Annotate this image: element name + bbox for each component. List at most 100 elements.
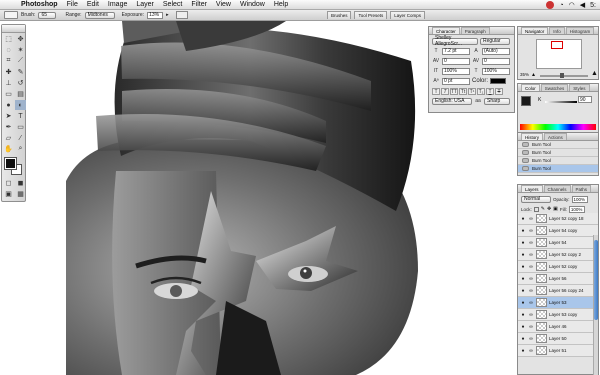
visibility-eye-icon[interactable]: ● [520, 312, 526, 318]
healing-brush-tool-icon[interactable]: ✚ [3, 67, 14, 77]
blur-tool-icon[interactable]: ● [3, 100, 14, 110]
layer-row[interactable]: ● ∞ Layer 54 copy [518, 225, 598, 237]
layer-name[interactable]: Layer 56 copy 24 [549, 288, 584, 293]
layer-thumbnail[interactable] [536, 298, 547, 307]
palette-well-tool-presets[interactable]: Tool Presets [354, 11, 388, 19]
pen-tool-icon[interactable]: ✒ [3, 122, 14, 132]
layers-scrollbar[interactable] [593, 235, 598, 375]
tab-actions[interactable]: Actions [544, 133, 567, 140]
layer-row[interactable]: ● ∞ Layer 50 [518, 333, 598, 345]
layer-name[interactable]: Layer 54 [549, 240, 567, 245]
layer-row[interactable]: ● ∞ Layer 56 [518, 273, 598, 285]
panel-foreground-swatch[interactable] [521, 96, 531, 106]
screen-mode-full-icon[interactable]: ▦ [15, 189, 26, 199]
zoom-slider-knob[interactable] [560, 73, 564, 78]
layer-name[interactable]: Layer 46 [549, 324, 567, 329]
burn-tool-icon[interactable]: ◐ [15, 100, 26, 110]
layer-link-icon[interactable]: ∞ [528, 288, 534, 294]
horizontal-scale-field[interactable]: 100% [482, 67, 510, 75]
zoom-out-icon[interactable]: ▴ [532, 71, 535, 78]
history-item[interactable]: Burn Tool [518, 141, 598, 149]
layers-scroll-thumb[interactable] [594, 240, 598, 320]
menu-select[interactable]: Select [163, 1, 182, 8]
visibility-eye-icon[interactable]: ● [520, 216, 526, 222]
history-item[interactable]: Burn Tool [518, 157, 598, 165]
layer-thumbnail[interactable] [536, 262, 547, 271]
font-style-select[interactable]: Regular [480, 37, 510, 45]
tab-channels[interactable]: Channels [543, 185, 571, 192]
menu-filter[interactable]: Filter [191, 1, 207, 8]
crop-tool-icon[interactable]: ⌗ [3, 56, 14, 66]
language-select[interactable]: English: USA [432, 97, 472, 105]
layer-thumbnail[interactable] [536, 346, 547, 355]
layer-link-icon[interactable]: ∞ [528, 276, 534, 282]
menu-file[interactable]: File [67, 1, 78, 8]
layer-name[interactable]: Layer 56 [549, 276, 567, 281]
color-ramp[interactable] [520, 124, 596, 130]
visibility-eye-icon[interactable]: ● [520, 252, 526, 258]
layer-row[interactable]: ● ∞ Layer 46 [518, 321, 598, 333]
lock-position-icon[interactable]: ✥ [547, 206, 551, 212]
layer-link-icon[interactable]: ∞ [528, 300, 534, 306]
marquee-tool-icon[interactable]: ⬚ [3, 34, 14, 44]
path-selection-tool-icon[interactable]: ➤ [3, 111, 14, 121]
history-brush-tool-icon[interactable]: ↺ [15, 78, 26, 88]
tab-swatches[interactable]: Swatches [540, 84, 569, 91]
toolbox-titlebar[interactable] [2, 25, 25, 33]
visibility-eye-icon[interactable]: ● [520, 348, 526, 354]
layer-thumbnail[interactable] [536, 310, 547, 319]
zoom-tool-icon[interactable]: ⌕ [15, 144, 26, 154]
quick-mask-mode-icon[interactable]: ◼ [15, 178, 26, 188]
faux-bold-button[interactable]: T [432, 87, 440, 95]
layer-row[interactable]: ● ∞ Layer 52 copy 2 [518, 249, 598, 261]
layer-name[interactable]: Layer 51 [549, 348, 567, 353]
layer-row[interactable]: ● ∞ Layer 51 [518, 345, 598, 357]
layer-thumbnail[interactable] [536, 322, 547, 331]
subscript-button[interactable]: T₁ [477, 87, 485, 95]
layer-thumbnail[interactable] [536, 214, 547, 223]
standard-mode-icon[interactable]: ◻ [3, 178, 14, 188]
menu-image[interactable]: Image [108, 1, 127, 8]
layer-link-icon[interactable]: ∞ [528, 348, 534, 354]
visibility-eye-icon[interactable]: ● [520, 288, 526, 294]
eraser-tool-icon[interactable]: ▭ [3, 89, 14, 99]
tab-history[interactable]: History [521, 133, 544, 140]
tab-navigator[interactable]: Navigator [521, 27, 549, 34]
lasso-tool-icon[interactable]: ◌ [3, 45, 14, 55]
visibility-eye-icon[interactable]: ● [520, 240, 526, 246]
layer-row[interactable]: ● ∞ Layer 53 [518, 297, 598, 309]
layer-link-icon[interactable]: ∞ [528, 252, 534, 258]
layer-link-icon[interactable]: ∞ [528, 240, 534, 246]
navigator-view-box[interactable] [551, 41, 563, 49]
layer-name[interactable]: Layer 52 copy [549, 264, 577, 269]
k-slider[interactable] [545, 101, 577, 103]
layer-name[interactable]: Layer 53 [549, 300, 567, 305]
hand-tool-icon[interactable]: ✋ [3, 144, 14, 154]
menu-help[interactable]: Help [274, 1, 288, 8]
tool-preset-picker[interactable] [4, 11, 18, 19]
brush-picker[interactable]: 65 [38, 11, 57, 19]
font-family-select[interactable]: Shelley AllegroScr... [432, 35, 478, 47]
exposure-arrow-icon[interactable]: ▸ [166, 12, 169, 18]
zoom-slider[interactable] [540, 75, 588, 77]
lock-all-icon[interactable]: ▣ [553, 206, 558, 212]
palette-well-brushes[interactable]: Brushes [326, 11, 352, 19]
zoom-value[interactable]: 35% [520, 72, 529, 77]
move-tool-icon[interactable]: ✥ [15, 34, 26, 44]
apple-menu-icon[interactable] [6, 1, 15, 9]
eyedropper-tool-icon[interactable]: ⁄ [15, 133, 26, 143]
baseline-shift-field[interactable]: 0 pt [442, 77, 470, 85]
type-tool-icon[interactable]: T [15, 111, 26, 121]
visibility-eye-icon[interactable]: ● [520, 336, 526, 342]
tab-styles[interactable]: Styles [569, 84, 590, 91]
layer-link-icon[interactable]: ∞ [528, 216, 534, 222]
underline-button[interactable]: T [486, 87, 494, 95]
volume-icon[interactable]: ◀ [580, 1, 585, 9]
tab-info[interactable]: Info [549, 27, 565, 34]
lock-pixels-icon[interactable]: ✎ [541, 206, 545, 212]
layer-row[interactable]: ● ∞ Layer 56 copy 24 [518, 285, 598, 297]
layer-link-icon[interactable]: ∞ [528, 336, 534, 342]
visibility-eye-icon[interactable]: ● [520, 276, 526, 282]
clock-text[interactable]: 5: [590, 2, 596, 9]
tab-paths[interactable]: Paths [571, 185, 592, 192]
